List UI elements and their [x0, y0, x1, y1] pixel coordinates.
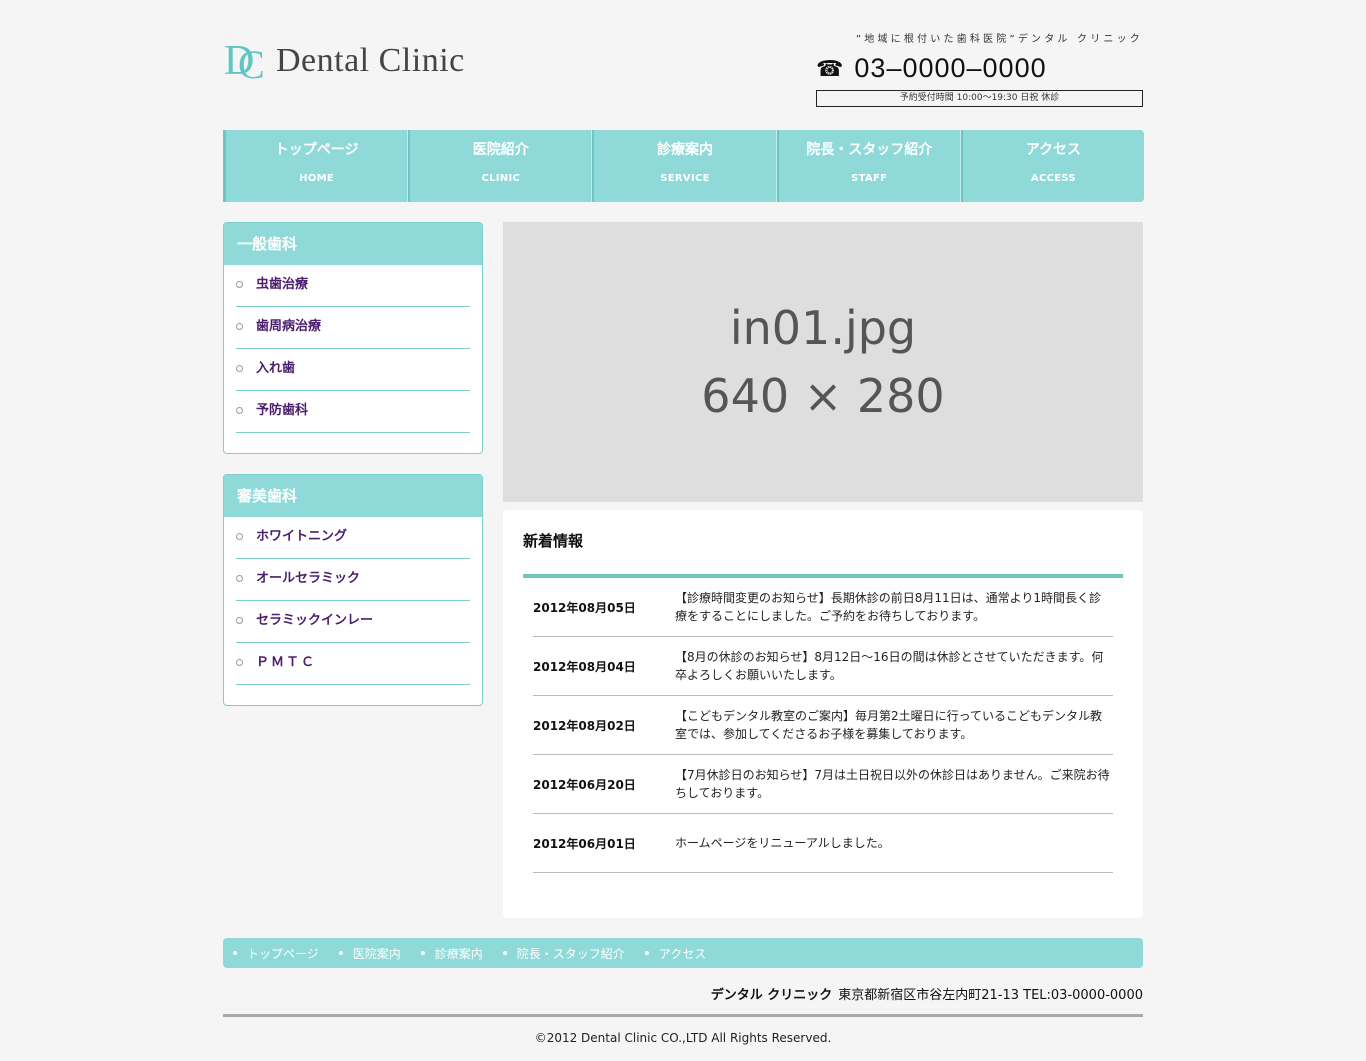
news-date: 2012年08月02日 — [533, 718, 636, 733]
nav-item-access[interactable]: アクセス ACCESS — [960, 130, 1144, 202]
nav-label-en: ACCESS — [1030, 173, 1076, 184]
news-date: 2012年08月04日 — [533, 659, 636, 674]
logo-mark-icon: DC — [224, 38, 265, 87]
logo[interactable]: DC Dental Clinic — [224, 38, 465, 87]
logo-text: Dental Clinic — [276, 42, 465, 79]
footer-link-staff[interactable]: 院長・スタッフ紹介 — [502, 945, 625, 962]
footer-address-text: 東京都新宿区市谷左内町21-13 TEL:03-0000-0000 — [838, 988, 1143, 1003]
phone-number: ☎ 03–0000–0000 — [816, 53, 1143, 84]
footer-divider — [223, 1014, 1143, 1017]
news-item: 2012年06月01日 ホームページをリニューアルしました。 — [533, 814, 1113, 873]
hero-dimensions: 640 × 280 — [701, 369, 945, 423]
sidebar-link-ceramic-inlay[interactable]: セラミックインレー — [236, 601, 470, 643]
sidebar-link-cavity[interactable]: 虫歯治療 — [236, 265, 470, 307]
tagline: ”地域に根付いた歯科医院”デンタル クリニック — [855, 34, 1143, 45]
nav-label-jp: 院長・スタッフ紹介 — [806, 142, 933, 158]
sidebar-link-whitening[interactable]: ホワイトニング — [236, 517, 470, 559]
news-date: 2012年08月05日 — [533, 600, 636, 615]
news-text: 【8月の休診のお知らせ】8月12日〜16日の間は休診とさせていただきます。何卒よ… — [675, 650, 1104, 682]
news-date: 2012年06月01日 — [533, 836, 636, 851]
footer-address: デンタル クリニック 東京都新宿区市谷左内町21-13 TEL:03-0000-0… — [223, 984, 1143, 1003]
header-contact: ”地域に根付いた歯科医院”デンタル クリニック ☎ 03–0000–0000 予… — [816, 30, 1143, 107]
nav-item-service[interactable]: 診療案内 SERVICE — [592, 130, 777, 202]
news-item: 2012年06月20日 【7月休診日のお知らせ】7月は土日祝日以外の休診日はあり… — [533, 755, 1113, 814]
nav-label-en: SERVICE — [660, 173, 710, 184]
reception-hours: 予約受付時間 10:00〜19:30 日祝 休診 — [816, 90, 1143, 107]
footer-link-home[interactable]: トップページ — [233, 945, 319, 962]
telephone-icon: ☎ — [816, 55, 845, 81]
nav-item-staff[interactable]: 院長・スタッフ紹介 STAFF — [776, 130, 961, 202]
sidebar-link-dentures[interactable]: 入れ歯 — [236, 349, 470, 391]
footer-nav: トップページ 医院案内 診療案内 院長・スタッフ紹介 アクセス — [223, 938, 1143, 968]
nav-item-home[interactable]: トップページ HOME — [223, 130, 409, 202]
sidebar-link-pmtc[interactable]: ＰＭＴＣ — [236, 643, 470, 685]
news-item: 2012年08月05日 【診療時間変更のお知らせ】長期休診の前日8月11日は、通… — [533, 578, 1113, 637]
news-section: 新着情報 2012年08月05日 【診療時間変更のお知らせ】長期休診の前日8月1… — [503, 510, 1143, 918]
nav-label-en: CLINIC — [481, 173, 521, 184]
nav-label-jp: トップページ — [274, 142, 359, 158]
footer-link-access[interactable]: アクセス — [644, 945, 706, 962]
news-item: 2012年08月04日 【8月の休診のお知らせ】8月12日〜16日の間は休診とさ… — [533, 637, 1113, 696]
nav-label-jp: 診療案内 — [657, 142, 713, 158]
news-text: 【7月休診日のお知らせ】7月は土日祝日以外の休診日はありません。ご来院お待ちして… — [675, 768, 1110, 800]
global-nav: トップページ HOME 医院紹介 CLINIC 診療案内 SERVICE 院長・… — [223, 130, 1144, 202]
sidebar-general-list: 虫歯治療 歯周病治療 入れ歯 予防歯科 — [224, 265, 482, 453]
news-text: ホームページをリニューアルしました。 — [675, 836, 890, 850]
sidebar-general: 一般歯科 虫歯治療 歯周病治療 入れ歯 予防歯科 — [223, 222, 483, 454]
hero-filename: in01.jpg — [729, 301, 917, 355]
news-date: 2012年06月20日 — [533, 777, 636, 792]
news-title: 新着情報 — [523, 532, 584, 550]
sidebar-link-preventive[interactable]: 予防歯科 — [236, 391, 470, 433]
footer-link-service[interactable]: 診療案内 — [420, 945, 483, 962]
sidebar-link-all-ceramic[interactable]: オールセラミック — [236, 559, 470, 601]
copyright: ©2012 Dental Clinic CO.,LTD All Rights R… — [534, 1031, 832, 1045]
news-text: 【診療時間変更のお知らせ】長期休診の前日8月11日は、通常より1時間長く診療をす… — [675, 591, 1102, 623]
phone-text: 03–0000–0000 — [854, 53, 1047, 83]
news-list: 2012年08月05日 【診療時間変更のお知らせ】長期休診の前日8月11日は、通… — [533, 578, 1113, 873]
news-item: 2012年08月02日 【こどもデンタル教室のご案内】毎月第2土曜日に行っている… — [533, 696, 1113, 755]
sidebar-general-title: 一般歯科 — [224, 223, 482, 265]
footer-link-clinic[interactable]: 医院案内 — [338, 945, 401, 962]
sidebar-cosmetic-list: ホワイトニング オールセラミック セラミックインレー ＰＭＴＣ — [224, 517, 482, 705]
news-text: 【こどもデンタル教室のご案内】毎月第2土曜日に行っているこどもデンタル教室では、… — [675, 709, 1103, 741]
hero-image-placeholder: in01.jpg 640 × 280 — [503, 222, 1143, 502]
sidebar-cosmetic: 審美歯科 ホワイトニング オールセラミック セラミックインレー ＰＭＴＣ — [223, 474, 483, 706]
nav-label-jp: アクセス — [1025, 142, 1082, 158]
sidebar-link-periodontal[interactable]: 歯周病治療 — [236, 307, 470, 349]
footer-clinic-name: デンタル クリニック — [710, 988, 833, 1003]
nav-label-en: STAFF — [851, 173, 888, 184]
nav-label-jp: 医院紹介 — [472, 142, 529, 158]
nav-item-clinic[interactable]: 医院紹介 CLINIC — [408, 130, 593, 202]
sidebar-cosmetic-title: 審美歯科 — [224, 475, 482, 517]
nav-label-en: HOME — [299, 173, 335, 184]
